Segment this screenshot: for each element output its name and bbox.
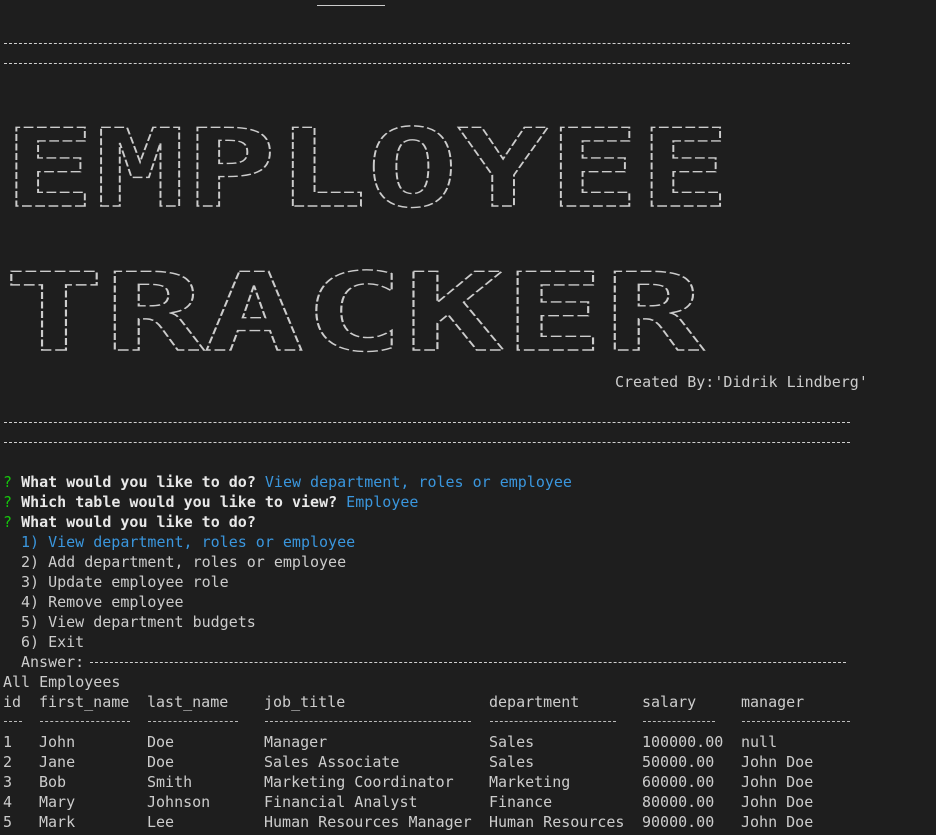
banner-line-2: TRACKER <box>4 251 705 358</box>
column-underline <box>643 721 715 722</box>
prompt-question: What would you like to do? <box>21 513 256 531</box>
menu-option-exit[interactable]: 6) Exit <box>21 632 84 652</box>
table-cell-department: Marketing <box>489 773 571 791</box>
table-cell-first-name: Mary <box>39 793 76 811</box>
separator-rule <box>4 442 850 443</box>
table-cell-salary: 60000.00 <box>642 773 715 791</box>
menu-option-remove[interactable]: 4) Remove employee <box>21 592 184 612</box>
prompt-question: Which table would you like to view? <box>21 493 338 511</box>
question-mark-icon: ? <box>3 493 13 511</box>
table-cell-first-name: Bob <box>39 773 67 791</box>
column-header-job-title: job_title <box>264 693 346 711</box>
table-cell-job-title: Human Resources Manager <box>264 813 472 831</box>
column-underline <box>265 721 471 722</box>
column-underline <box>490 721 616 722</box>
column-underline <box>742 721 850 722</box>
menu-option-update-role[interactable]: 3) Update employee role <box>21 572 229 592</box>
menu-option-view[interactable]: 1) View department, roles or employee <box>21 532 355 552</box>
table-cell-job-title: Sales Associate <box>264 753 400 771</box>
table-cell-salary: 50000.00 <box>642 753 715 771</box>
table-cell-manager: John Doe <box>741 773 814 791</box>
table-cell-last-name: Johnson <box>147 793 211 811</box>
table-cell-salary: 80000.00 <box>642 793 715 811</box>
column-header-department: department <box>489 693 580 711</box>
prompt-question: What would you like to do? <box>21 473 256 491</box>
ascii-banner: EMPLOYEE TRACKER <box>3 106 730 358</box>
terminal-window: EMPLOYEE TRACKER Created By:'Didrik Lind… <box>0 0 936 835</box>
table-cell-id: 2 <box>3 753 13 771</box>
answer-prompt[interactable]: Answer: <box>21 652 847 672</box>
table-cell-id: 4 <box>3 793 13 811</box>
prompt-answer: Employee <box>346 493 419 511</box>
column-underline <box>40 721 130 722</box>
table-cell-manager: John Doe <box>741 793 814 811</box>
table-cell-last-name: Doe <box>147 753 175 771</box>
column-header-id: id <box>3 693 22 711</box>
table-cell-first-name: Jane <box>39 753 76 771</box>
separator-rule <box>4 63 850 64</box>
banner-line-1: EMPLOYEE <box>4 107 730 232</box>
question-mark-icon: ? <box>3 473 13 491</box>
separator-rule <box>4 43 850 44</box>
table-cell-job-title: Financial Analyst <box>264 793 418 811</box>
table-cell-manager: John Doe <box>741 813 814 831</box>
table-cell-last-name: Lee <box>147 813 175 831</box>
separator-rule <box>90 662 847 663</box>
column-header-manager: manager <box>741 693 805 711</box>
table-cell-department: Finance <box>489 793 553 811</box>
credit-text: Created By:'Didrik Lindberg' <box>615 373 868 391</box>
column-underline <box>148 721 238 722</box>
table-cell-id: 3 <box>3 773 13 791</box>
menu-option-budgets[interactable]: 5) View department budgets <box>21 612 256 632</box>
table-cell-first-name: John <box>39 733 76 751</box>
column-header-first-name: first_name <box>39 693 130 711</box>
table-cell-id: 1 <box>3 733 13 751</box>
column-header-salary: salary <box>642 693 697 711</box>
table-cell-job-title: Manager <box>264 733 328 751</box>
menu-option-add[interactable]: 2) Add department, roles or employee <box>21 552 346 572</box>
table-cell-first-name: Mark <box>39 813 76 831</box>
prompt-answer: View department, roles or employee <box>264 473 572 491</box>
prompt-line: ? What would you like to do? <box>3 512 256 532</box>
table-cell-department: Sales <box>489 733 535 751</box>
column-header-last-name: last_name <box>147 693 229 711</box>
prompt-line: ? Which table would you like to view? Em… <box>3 492 418 512</box>
table-cell-department: Human Resources <box>489 813 625 831</box>
table-cell-job-title: Marketing Coordinator <box>264 773 454 791</box>
separator-rule <box>4 422 850 423</box>
table-cell-salary: 100000.00 <box>642 733 724 751</box>
table-cell-manager: null <box>741 733 778 751</box>
table-cell-id: 5 <box>3 813 13 831</box>
table-cell-salary: 90000.00 <box>642 813 715 831</box>
answer-label: Answer: <box>21 653 85 671</box>
scroll-indicator <box>317 5 385 6</box>
table-cell-manager: John Doe <box>741 753 814 771</box>
table-title: All Employees <box>3 673 121 691</box>
table-cell-department: Sales <box>489 753 535 771</box>
question-mark-icon: ? <box>3 513 13 531</box>
column-underline <box>4 721 22 722</box>
prompt-line: ? What would you like to do? View depart… <box>3 472 572 492</box>
table-cell-last-name: Smith <box>147 773 193 791</box>
table-cell-last-name: Doe <box>147 733 175 751</box>
